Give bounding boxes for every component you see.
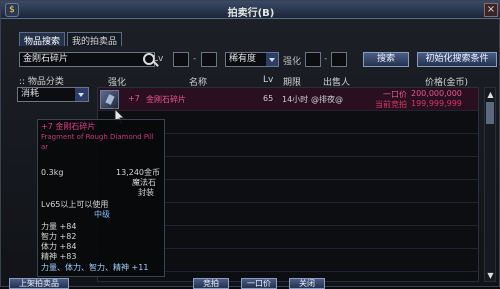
level-min-input[interactable] xyxy=(173,52,189,67)
rarity-select[interactable]: 稀有度 xyxy=(225,52,279,67)
buyout-button[interactable]: 一口价 xyxy=(241,278,277,289)
item-icon xyxy=(100,90,119,109)
search-button[interactable]: 搜索 xyxy=(363,52,409,67)
tooltip-stat-spr: 精神 +83 xyxy=(41,252,77,261)
reset-button[interactable]: 初始化搜索条件 xyxy=(417,52,497,67)
tooltip-stat-vit: 体力 +84 xyxy=(41,242,77,251)
close-button[interactable]: 关闭 xyxy=(289,278,325,289)
enhance-label: 强化 xyxy=(283,57,302,67)
row-period: 14小时 xyxy=(282,95,309,104)
search-row: 金刚石碎片 Lv - 稀有度 强化 - 搜索 初始化搜索条件 xyxy=(11,52,497,68)
row-bid: 199,999,999 xyxy=(411,99,462,108)
tab-item-search[interactable]: 物品搜索 xyxy=(19,32,66,47)
tooltip-type: 魔法石 xyxy=(132,178,156,187)
tab-my-items[interactable]: 我的拍卖品 xyxy=(67,32,123,47)
level-dash: - xyxy=(193,54,197,64)
chevron-down-icon[interactable] xyxy=(75,88,88,101)
window-title: 拍卖行(B) xyxy=(227,8,275,19)
row-enhance: +7 xyxy=(128,94,140,103)
table-row[interactable]: +7 金刚石碎片 65 14小时 @排夜@ 一口价 200,000,000 当前… xyxy=(98,88,478,111)
row-buyout: 200,000,000 xyxy=(411,89,462,98)
tooltip-stat-int: 智力 +82 xyxy=(41,232,77,241)
scroll-up-icon[interactable]: ▲ xyxy=(486,90,495,99)
tooltip-price: 13,240金币 xyxy=(116,168,160,177)
enhance-max-input[interactable] xyxy=(331,52,347,67)
row-bid-label: 当前竞拍 xyxy=(375,100,407,109)
close-icon[interactable]: × xyxy=(484,3,498,17)
tooltip-grade: 中级 xyxy=(94,210,110,219)
row-seller: @排夜@ xyxy=(311,95,343,104)
scroll-down-icon[interactable]: ▼ xyxy=(486,271,495,280)
col-level[interactable]: Lv xyxy=(263,75,273,85)
chevron-down-icon[interactable] xyxy=(266,53,278,66)
scrollbar[interactable]: ▲ ▼ xyxy=(484,87,496,282)
tooltip-item-name-en: Fragment of Rough Diamond Pill ar xyxy=(41,133,154,151)
enhance-dash: - xyxy=(324,54,328,64)
tooltip-stat-str: 力量 +84 xyxy=(41,222,77,231)
rarity-value: 稀有度 xyxy=(229,54,257,64)
enhance-min-input[interactable] xyxy=(305,52,321,67)
scroll-thumb[interactable] xyxy=(486,102,494,124)
level-max-input[interactable] xyxy=(201,52,217,67)
list-item-button[interactable]: 上架拍卖品 xyxy=(9,278,69,289)
title-bar[interactable]: $ 拍卖行(B) × xyxy=(1,1,500,19)
tooltip-sealed: 封装 xyxy=(138,188,154,197)
category-select[interactable]: 消耗 xyxy=(17,87,89,102)
tooltip-all-stats: 力量、体力、智力、精神 +11 xyxy=(41,263,149,272)
auction-window: $ 拍卖行(B) × 物品搜索 我的拍卖品 金刚石碎片 Lv - 稀有度 强化 … xyxy=(0,0,500,289)
item-tooltip: +7 金刚石碎片 Fragment of Rough Diamond Pill … xyxy=(37,119,165,277)
category-label: :: 物品分类 xyxy=(19,77,64,87)
row-level: 65 xyxy=(263,94,274,103)
search-input[interactable]: 金刚石碎片 xyxy=(19,52,155,67)
bid-button[interactable]: 竞拍 xyxy=(193,278,229,289)
tooltip-requirement: Lv65以上可以使用 xyxy=(41,200,109,209)
tooltip-item-name: +7 金刚石碎片 xyxy=(41,122,96,131)
category-value: 消耗 xyxy=(21,89,40,99)
tooltip-weight: 0.3kg xyxy=(41,168,64,177)
level-label: Lv xyxy=(153,54,164,64)
row-name: 金刚石碎片 xyxy=(146,95,186,104)
